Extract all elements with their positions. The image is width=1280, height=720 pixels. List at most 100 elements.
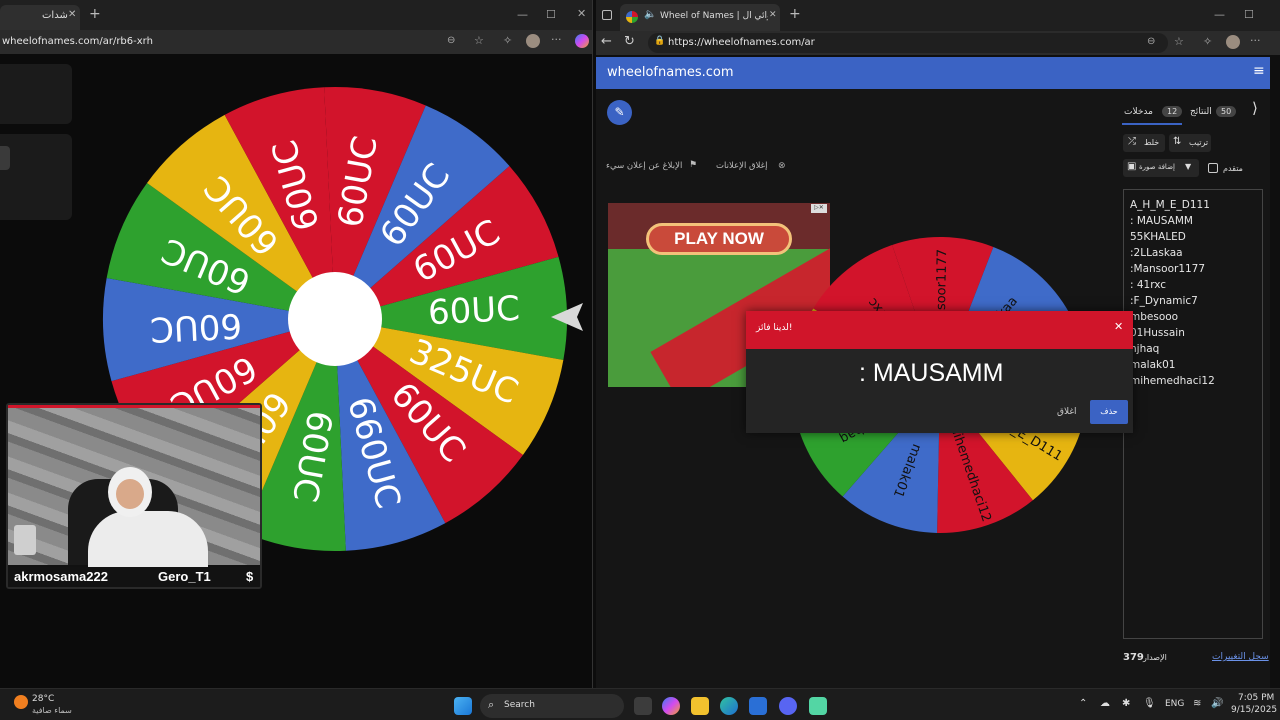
microphone-icon[interactable]: 🎙 <box>1143 698 1156 709</box>
image-icon: ▣ <box>1127 161 1137 172</box>
left-tab[interactable]: شدات ✕ <box>0 5 80 30</box>
right-url[interactable]: https://wheelofnames.com/ar <box>668 37 815 48</box>
refresh-icon[interactable]: ↻ <box>624 34 635 49</box>
red-accent-line <box>8 405 260 408</box>
discord-icon[interactable] <box>779 697 797 715</box>
advanced-checkbox[interactable] <box>1208 163 1218 173</box>
site-header: wheelofnames.com ≡ <box>596 57 1270 89</box>
entry-item: mbesooo <box>1130 311 1179 323</box>
wifi-icon[interactable]: ≋ <box>1193 698 1201 709</box>
weather-desc: سماء صافية <box>32 706 72 715</box>
hamburger-menu-icon[interactable]: ≡ <box>1253 63 1265 79</box>
active-tab-indicator <box>1122 123 1182 125</box>
close-circle-icon[interactable]: ⊗ <box>778 161 786 171</box>
wheel-pointer-icon <box>551 303 583 331</box>
side-card <box>0 64 72 124</box>
copilot-icon[interactable] <box>662 697 680 715</box>
clock-time[interactable]: 7:05 PM <box>1238 693 1274 703</box>
store-icon[interactable] <box>749 697 767 715</box>
clock-date[interactable]: 9/15/2025 <box>1231 705 1277 715</box>
file-explorer-icon[interactable] <box>691 697 709 715</box>
right-tab[interactable]: 🔈 Wheel of Names | العشوائي ال ✕ <box>620 4 780 31</box>
changelog-link[interactable]: سجل التغييرات <box>1212 652 1269 662</box>
start-menu-icon[interactable] <box>454 697 472 715</box>
version-number: 379 <box>1123 652 1144 663</box>
edit-pencil-icon[interactable]: ✎ <box>607 100 632 125</box>
url-box[interactable]: 🔒 https://wheelofnames.com/ar <box>648 33 1168 53</box>
favorites-icon[interactable]: ✧ <box>503 34 512 47</box>
remove-button[interactable]: حذف <box>1090 400 1128 424</box>
close-window-icon[interactable]: ✕ <box>577 7 586 20</box>
sort-button[interactable]: ⇅ ترتيب <box>1169 134 1211 152</box>
wheel-hub[interactable] <box>288 272 382 366</box>
close-icon[interactable]: ✕ <box>68 9 76 20</box>
reader-icon[interactable]: ⊖ <box>447 35 455 46</box>
shuffle-button[interactable]: ⤮ خلط <box>1123 134 1165 152</box>
network-icon[interactable]: ✱ <box>1122 698 1130 709</box>
shuffle-icon: ⤮ <box>1128 136 1136 147</box>
close-ads-link[interactable]: إغلاق الإعلانات <box>716 161 768 171</box>
add-image-dropdown[interactable]: ▣ إضافة صورة ▼ <box>1123 159 1199 177</box>
collapse-panel-icon[interactable]: ⟩ <box>1252 99 1258 117</box>
person-face <box>116 479 144 509</box>
more-menu-icon[interactable]: ··· <box>551 33 562 46</box>
side-button[interactable] <box>0 146 10 170</box>
profile-avatar[interactable] <box>1226 35 1240 49</box>
shuffle-label: خلط <box>1144 138 1160 147</box>
results-count: 50 <box>1216 106 1237 117</box>
tab-entries[interactable]: 12 مدخلات <box>1122 105 1184 121</box>
favorite-star-icon[interactable]: ☆ <box>474 34 484 47</box>
left-tab-title: شدات <box>42 10 68 21</box>
weather-temp[interactable]: 28°C <box>32 694 54 704</box>
entry-item: :2LLaskaa <box>1130 247 1183 259</box>
tab-results[interactable]: 50 النتائج <box>1188 105 1248 121</box>
speaker-icon[interactable]: 🔊 <box>1211 698 1223 709</box>
search-box[interactable]: ⌕ Search <box>480 694 624 718</box>
tab-actions-icon[interactable] <box>602 10 612 20</box>
new-tab-icon[interactable]: + <box>789 6 801 22</box>
edge-icon[interactable] <box>720 697 738 715</box>
taskbar: 28°C سماء صافية ⌕ Search ⌃ ☁ ✱ 🎙 ENG ≋ 🔊… <box>0 688 1280 720</box>
more-menu-icon[interactable]: ··· <box>1250 34 1261 47</box>
entries-textarea[interactable]: A_H_M_E_D111: MAUSAMM 55KHALED:2LLaskaa:M… <box>1123 189 1263 639</box>
profile-avatar[interactable] <box>526 34 540 48</box>
task-view-icon[interactable] <box>634 697 652 715</box>
ad-choices-icon[interactable]: ▷✕ <box>811 204 827 213</box>
close-dialog-button[interactable]: اغلاق <box>1057 407 1077 417</box>
chevron-up-icon[interactable]: ⌃ <box>1079 698 1087 709</box>
back-icon[interactable]: ← <box>601 34 612 49</box>
favorite-star-icon[interactable]: ☆ <box>1174 35 1184 48</box>
right-tab-bar: 🔈 Wheel of Names | العشوائي ال ✕ + — ☐ <box>596 0 1280 31</box>
entry-item: : MAUSAMM <box>1130 215 1193 227</box>
currency-symbol: $ <box>246 569 254 584</box>
site-logo[interactable]: wheelofnames.com <box>607 65 734 80</box>
app-icon[interactable] <box>809 697 827 715</box>
report-ad-link[interactable]: الإبلاغ عن إعلان سيء <box>606 161 682 171</box>
maximize-icon[interactable]: ☐ <box>1244 8 1254 21</box>
name-bar: akrmosama222 Gero_T1 $ <box>8 567 260 587</box>
weather-icon[interactable] <box>14 695 28 709</box>
close-icon[interactable]: ✕ <box>769 10 777 20</box>
left-address-bar: wheelofnames.com/ar/rb6-xrh ⊖ ☆ ✧ ··· <box>0 30 592 54</box>
favorites-icon[interactable]: ✧ <box>1203 35 1212 48</box>
search-placeholder: Search <box>504 700 535 710</box>
language-indicator[interactable]: ENG <box>1165 699 1184 709</box>
minimize-icon[interactable]: — <box>517 8 528 21</box>
minimize-icon[interactable]: — <box>1214 8 1225 21</box>
right-address-bar: ← ↻ 🔒 https://wheelofnames.com/ar ⊖ ☆ ✧ … <box>596 31 1280 55</box>
copilot-icon[interactable] <box>575 34 589 48</box>
partner-name: Gero_T1 <box>158 569 211 584</box>
add-image-label: إضافة صورة <box>1139 163 1175 171</box>
lock-icon[interactable]: 🔒 <box>654 36 665 46</box>
left-url[interactable]: wheelofnames.com/ar/rb6-xrh <box>2 36 153 47</box>
cloud-icon[interactable]: ☁ <box>1100 698 1110 709</box>
entries-list: A_H_M_E_D111: MAUSAMM 55KHALED:2LLaskaa:M… <box>1130 197 1260 389</box>
new-tab-icon[interactable]: + <box>89 6 101 22</box>
close-icon[interactable]: ✕ <box>1114 320 1123 333</box>
reader-icon[interactable]: ⊖ <box>1147 36 1155 47</box>
wheel-slice-label: 60UC <box>427 289 521 333</box>
flag-icon[interactable]: ⚑ <box>689 160 697 170</box>
play-now-button[interactable]: PLAY NOW <box>646 223 792 255</box>
maximize-icon[interactable]: ☐ <box>546 8 556 21</box>
speaker-icon[interactable]: 🔈 <box>644 9 656 20</box>
